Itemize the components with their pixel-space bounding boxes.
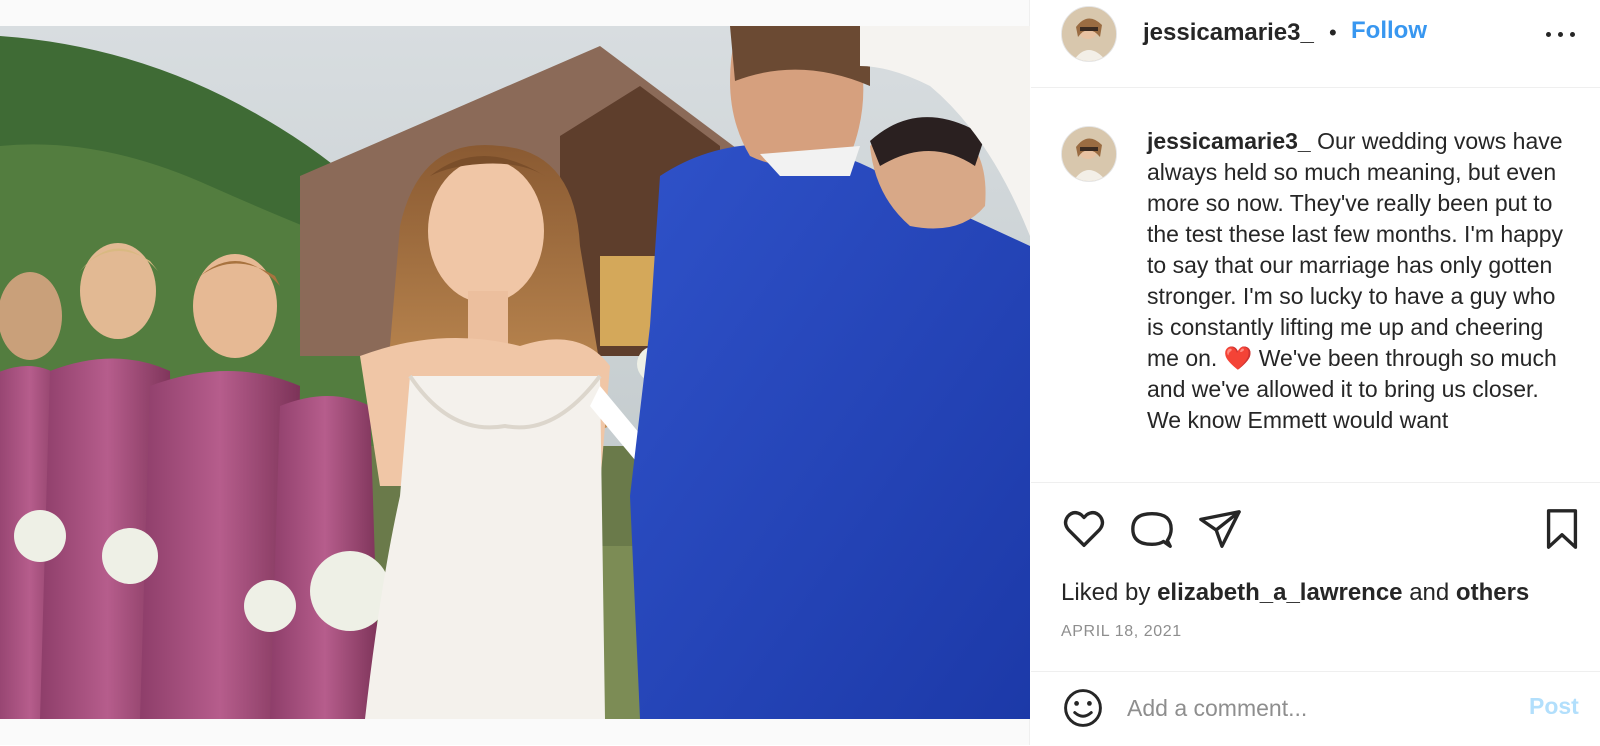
post-sidebar: jessicamarie3_ • Follow jessicamarie3_ O…	[1031, 0, 1600, 745]
post-header: jessicamarie3_ • Follow	[1031, 0, 1600, 88]
liked-by-user-link[interactable]: elizabeth_a_lawrence	[1157, 579, 1402, 606]
more-options-icon[interactable]	[1539, 20, 1583, 48]
caption-author-avatar[interactable]	[1061, 126, 1117, 182]
avatar-image	[1062, 7, 1116, 61]
post-date[interactable]: APRIL 18, 2021	[1061, 623, 1182, 641]
post-comment-button[interactable]: Post	[1529, 693, 1579, 720]
caption-username-link[interactable]: jessicamarie3_	[1147, 128, 1311, 154]
likes-summary: Liked by elizabeth_a_lawrence and others	[1061, 578, 1529, 608]
smiley-icon[interactable]	[1061, 686, 1105, 730]
liked-by-others-link[interactable]: others	[1456, 579, 1529, 606]
action-bar	[1031, 484, 1600, 564]
post-caption: jessicamarie3_ Our wedding vows have alw…	[1147, 126, 1577, 436]
follow-button[interactable]: Follow	[1351, 16, 1427, 46]
bookmark-icon[interactable]	[1539, 506, 1585, 552]
author-avatar[interactable]	[1061, 6, 1117, 62]
caption-avatar-image	[1062, 127, 1116, 181]
caption-area: jessicamarie3_ Our wedding vows have alw…	[1031, 88, 1600, 483]
heart-icon[interactable]	[1061, 506, 1107, 552]
comment-bar: Post	[1031, 671, 1600, 746]
caption-text: Our wedding vows have always held so muc…	[1147, 128, 1564, 433]
post-photo-pane	[0, 0, 1030, 745]
paper-plane-icon[interactable]	[1197, 506, 1243, 552]
likes-prefix: Liked by	[1061, 579, 1151, 606]
author-username-link[interactable]: jessicamarie3_	[1143, 18, 1314, 48]
comment-input[interactable]	[1127, 689, 1507, 727]
comment-bubble-icon[interactable]	[1129, 506, 1175, 552]
post-photo[interactable]	[0, 26, 1030, 719]
likes-and: and	[1409, 579, 1450, 606]
header-separator-dot: •	[1329, 20, 1337, 45]
